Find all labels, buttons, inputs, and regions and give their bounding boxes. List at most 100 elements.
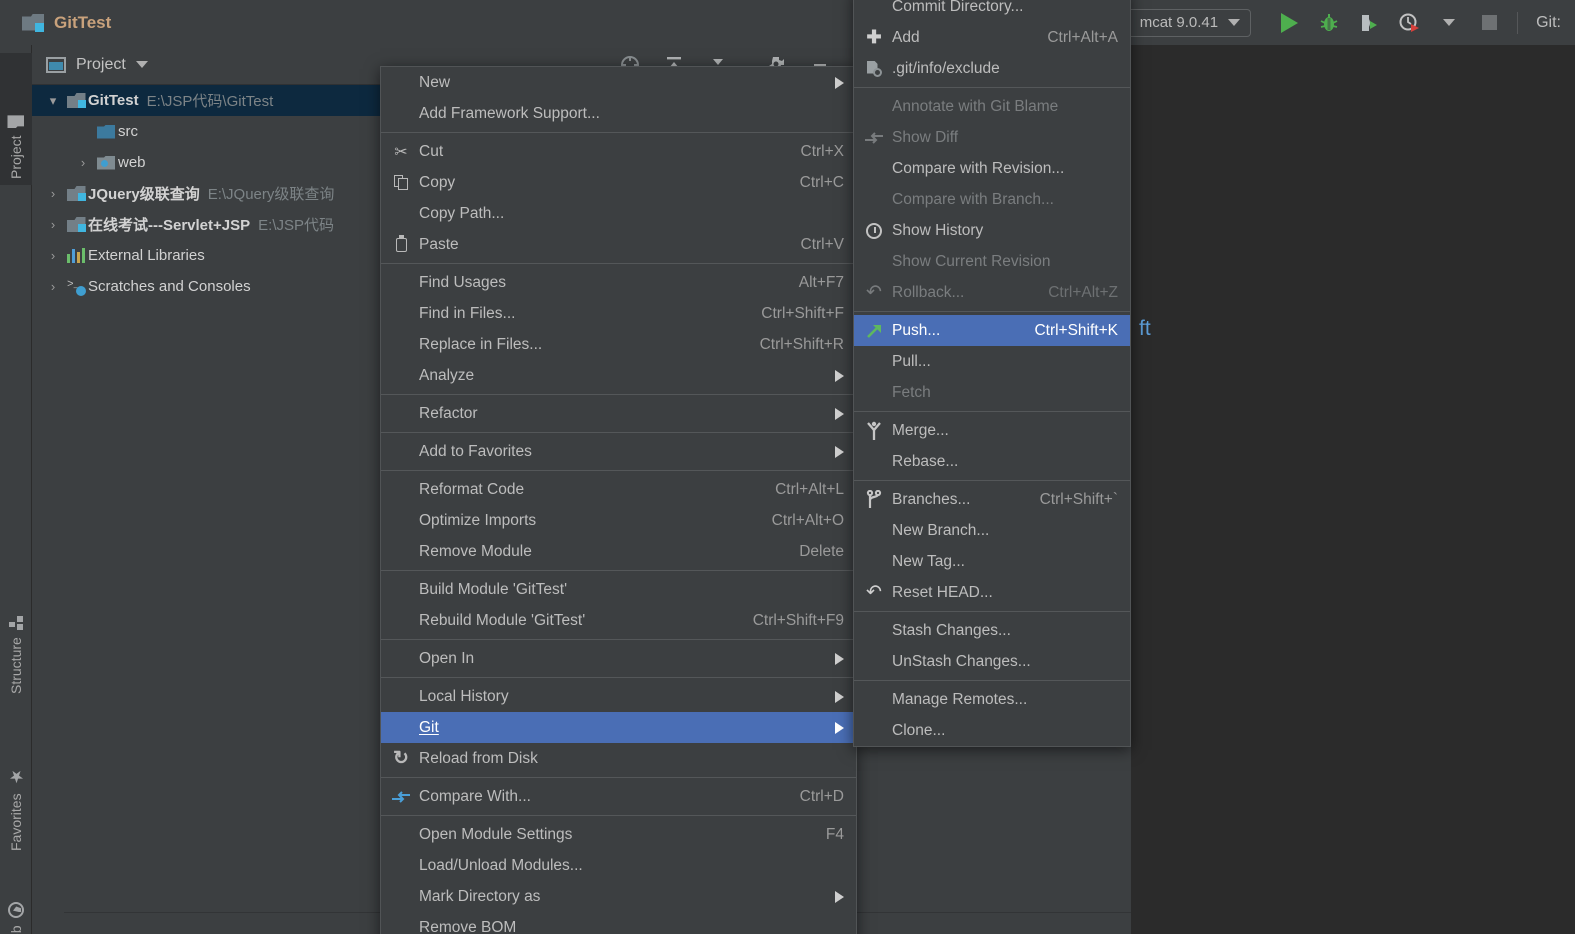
menu-item-new[interactable]: New (381, 67, 856, 98)
git-widget-label[interactable]: Git: (1526, 14, 1567, 32)
menu-item-copy[interactable]: Copy Ctrl+C (381, 167, 856, 198)
module-icon (64, 93, 88, 108)
run-with-coverage-button[interactable] (1349, 0, 1389, 45)
context-menu[interactable]: New Add Framework Support... Cut Ctrl+X … (380, 66, 857, 934)
menu-item-stash-changes[interactable]: Stash Changes... (854, 615, 1130, 646)
menu-item-replace-in-files[interactable]: Replace in Files... Ctrl+Shift+R (381, 329, 856, 360)
menu-item-label: Push... (892, 321, 941, 339)
reload-icon (391, 749, 411, 769)
menu-item-shortcut: Ctrl+Shift+` (1039, 490, 1118, 508)
menu-item-reload-from-disk[interactable]: Reload from Disk (381, 743, 856, 774)
menu-item-rebase[interactable]: Rebase... (854, 446, 1130, 477)
menu-item-label: Merge... (892, 421, 949, 439)
menu-item-show-history[interactable]: Show History (854, 215, 1130, 246)
menu-item-cut[interactable]: Cut Ctrl+X (381, 136, 856, 167)
menu-item-merge[interactable]: Merge... (854, 415, 1130, 446)
menu-item-new-branch[interactable]: New Branch... (854, 515, 1130, 546)
menu-item-label: New (419, 73, 451, 91)
menu-item-compare-with[interactable]: Compare With... Ctrl+D (381, 781, 856, 812)
scratches-icon: >_ (64, 279, 88, 296)
sidebar-item-structure[interactable]: Structure (0, 565, 32, 700)
menu-item-local-history[interactable]: Local History (381, 681, 856, 712)
menu-item-shortcut: Ctrl+C (799, 173, 844, 191)
menu-item-label: Manage Remotes... (892, 690, 1028, 708)
menu-item-pull[interactable]: Pull... (854, 346, 1130, 377)
push-icon (864, 321, 884, 341)
sidebar-item-favorites[interactable]: Favorites ★ (0, 717, 32, 857)
menu-item-label: Mark Directory as (419, 887, 541, 905)
menu-item-optimize-imports[interactable]: Optimize Imports Ctrl+Alt+O (381, 505, 856, 536)
profiler-button[interactable] (1389, 0, 1429, 45)
menu-item-rollback: Rollback... Ctrl+Alt+Z (854, 277, 1130, 308)
menu-item-add-framework-support[interactable]: Add Framework Support... (381, 98, 856, 129)
submenu-arrow-icon (835, 890, 844, 903)
bug-icon (1320, 13, 1338, 31)
debug-button[interactable] (1309, 0, 1349, 45)
submenu-arrow-icon (835, 690, 844, 703)
menu-item-label: Fetch (892, 383, 931, 401)
sidebar-item-project[interactable]: Project (0, 53, 32, 185)
menu-item-label: Pull... (892, 352, 931, 370)
menu-item-find-in-files[interactable]: Find in Files... Ctrl+Shift+F (381, 298, 856, 329)
menu-separator (381, 639, 856, 640)
merge-icon (864, 421, 884, 441)
menu-separator (854, 480, 1130, 481)
menu-item-show-current-revision: Show Current Revision (854, 246, 1130, 277)
folder-icon (8, 115, 25, 128)
editor-area[interactable]: ft (1131, 45, 1575, 934)
stop-button[interactable] (1469, 0, 1509, 45)
menu-item-paste[interactable]: Paste Ctrl+V (381, 229, 856, 260)
chevron-down-icon[interactable] (135, 61, 148, 68)
menu-item-label: Stash Changes... (892, 621, 1011, 639)
menu-item-add-to-favorites[interactable]: Add to Favorites (381, 436, 856, 467)
chevron-right-icon[interactable]: › (42, 186, 64, 201)
profiler-dropdown[interactable] (1429, 0, 1469, 45)
menu-item-build-module[interactable]: Build Module 'GitTest' (381, 574, 856, 605)
menu-item-analyze[interactable]: Analyze (381, 360, 856, 391)
menu-item-remove-module[interactable]: Remove Module Delete (381, 536, 856, 567)
menu-item-remove-bom[interactable]: Remove BOM (381, 912, 856, 934)
menu-item-push[interactable]: Push... Ctrl+Shift+K (854, 315, 1130, 346)
menu-item-unstash-changes[interactable]: UnStash Changes... (854, 646, 1130, 677)
git-submenu[interactable]: Commit Directory... Add Ctrl+Alt+A .git/… (853, 0, 1131, 747)
menu-item-copy-path[interactable]: Copy Path... (381, 198, 856, 229)
menu-item-new-tag[interactable]: New Tag... (854, 546, 1130, 577)
menu-item-mark-directory-as[interactable]: Mark Directory as (381, 881, 856, 912)
menu-item-commit-directory[interactable]: Commit Directory... (854, 0, 1130, 22)
menu-item-rebuild-module[interactable]: Rebuild Module 'GitTest' Ctrl+Shift+F9 (381, 605, 856, 636)
menu-item-git-info-exclude[interactable]: .git/info/exclude (854, 53, 1130, 84)
chevron-right-icon[interactable]: › (72, 155, 94, 170)
menu-item-reformat-code[interactable]: Reformat Code Ctrl+Alt+L (381, 474, 856, 505)
chevron-right-icon[interactable]: › (42, 279, 64, 294)
sidebar-item-web[interactable]: Web (0, 870, 32, 934)
menu-item-clone[interactable]: Clone... (854, 715, 1130, 746)
menu-item-branches[interactable]: Branches... Ctrl+Shift+` (854, 484, 1130, 515)
chevron-down-icon[interactable]: ▾ (42, 93, 64, 109)
sidebar-item-label: Web (8, 925, 24, 934)
menu-item-compare-with-revision[interactable]: Compare with Revision... (854, 153, 1130, 184)
menu-separator (381, 132, 856, 133)
scissors-icon (391, 142, 411, 162)
submenu-arrow-icon (835, 407, 844, 420)
menu-item-manage-remotes[interactable]: Manage Remotes... (854, 684, 1130, 715)
menu-item-add[interactable]: Add Ctrl+Alt+A (854, 22, 1130, 53)
tree-node-name: Scratches and Consoles (88, 278, 251, 295)
library-icon (64, 248, 88, 263)
run-button[interactable] (1269, 0, 1309, 45)
menu-item-git[interactable]: Git (381, 712, 856, 743)
chevron-right-icon[interactable]: › (42, 248, 64, 263)
menu-item-refactor[interactable]: Refactor (381, 398, 856, 429)
menu-item-reset-head[interactable]: Reset HEAD... (854, 577, 1130, 608)
menu-item-find-usages[interactable]: Find Usages Alt+F7 (381, 267, 856, 298)
menu-item-open-in[interactable]: Open In (381, 643, 856, 674)
menu-item-load-unload-modules[interactable]: Load/Unload Modules... (381, 850, 856, 881)
menu-item-label: Branches... (892, 490, 971, 508)
run-configuration-selector[interactable]: mcat 9.0.41 (1126, 8, 1252, 37)
menu-item-annotate-with-git-blame: Annotate with Git Blame (854, 91, 1130, 122)
chevron-right-icon[interactable]: › (42, 217, 64, 232)
menu-item-label: Commit Directory... (892, 0, 1024, 15)
submenu-arrow-icon (835, 445, 844, 458)
menu-separator (381, 432, 856, 433)
menu-separator (381, 777, 856, 778)
menu-item-open-module-settings[interactable]: Open Module Settings F4 (381, 819, 856, 850)
